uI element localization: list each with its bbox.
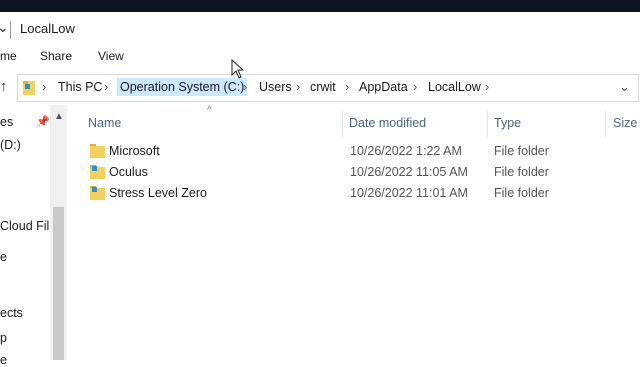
quick-access-chevron-icon[interactable]: ⌄	[0, 19, 9, 36]
list-item[interactable]: Microsoft 10/26/2022 1:22 AM File folder	[67, 141, 640, 162]
breadcrumb-separator-icon[interactable]: ›	[296, 79, 300, 94]
folder-icon	[90, 144, 105, 158]
file-date: 10/26/2022 11:01 AM	[350, 186, 468, 200]
crumb-this-pc[interactable]: This PC	[58, 80, 102, 94]
file-name: Microsoft	[109, 144, 160, 158]
breadcrumb-separator-icon[interactable]: ›	[243, 79, 247, 94]
nav-item-e[interactable]: e	[0, 250, 7, 264]
file-date: 10/26/2022 1:22 AM	[350, 144, 462, 158]
scroll-thumb[interactable]	[53, 207, 64, 360]
tab-view[interactable]: View	[98, 49, 124, 63]
crumb-locallow[interactable]: LocalLow	[428, 80, 481, 94]
file-list: ^ Name Date modified Type Size Microsoft…	[67, 105, 640, 360]
pin-icon[interactable]: 📌	[36, 115, 50, 128]
file-type: File folder	[494, 165, 549, 179]
mouse-cursor-icon	[231, 59, 245, 79]
breadcrumb-separator-icon[interactable]: ›	[42, 79, 46, 94]
file-type: File folder	[494, 186, 549, 200]
file-name: Stress Level Zero	[109, 186, 207, 200]
column-header-type[interactable]: Type	[494, 116, 521, 130]
navigation-pane: es 📌 (D:) Cloud Fil e ects p e ▲	[0, 105, 67, 367]
file-type: File folder	[494, 144, 549, 158]
nav-item-objects[interactable]: ects	[0, 306, 23, 320]
list-item[interactable]: Oculus 10/26/2022 11:05 AM File folder	[67, 162, 640, 183]
address-row: ↑ › This PC › Operation System (C:) › Us…	[0, 69, 640, 105]
nav-scrollbar[interactable]: ▲	[50, 105, 67, 360]
tab-home[interactable]: me	[0, 49, 17, 63]
column-divider[interactable]	[342, 111, 343, 137]
column-divider[interactable]	[605, 111, 606, 137]
title-divider	[10, 21, 11, 39]
crumb-users[interactable]: Users	[259, 80, 292, 94]
list-item[interactable]: Stress Level Zero 10/26/2022 11:01 AM Fi…	[67, 183, 640, 204]
breadcrumb-separator-icon[interactable]: ›	[345, 79, 349, 94]
breadcrumb-separator-icon[interactable]: ›	[413, 79, 417, 94]
folder-icon	[90, 165, 105, 179]
scroll-up-icon[interactable]: ▲	[54, 111, 64, 122]
crumb-operation-system[interactable]: Operation System (C:)	[117, 78, 248, 96]
ribbon-tabs: me Share View	[0, 45, 640, 67]
address-bar[interactable]: › This PC › Operation System (C:) › User…	[17, 74, 639, 102]
breadcrumb-separator-icon[interactable]: ›	[485, 79, 489, 94]
top-edge-bar	[0, 0, 640, 12]
nav-item-drive-d[interactable]: (D:)	[0, 138, 21, 152]
column-header-name[interactable]: Name	[88, 116, 121, 130]
crumb-appdata[interactable]: AppData	[359, 80, 408, 94]
nav-item-desktop[interactable]: p	[0, 331, 7, 345]
breadcrumb-separator-icon[interactable]: ›	[104, 79, 108, 94]
up-arrow-icon[interactable]: ↑	[0, 78, 8, 95]
sort-caret-icon: ^	[207, 105, 212, 116]
nav-item-cloud-files[interactable]: Cloud Fil	[0, 219, 49, 233]
column-divider[interactable]	[487, 111, 488, 137]
window-title: LocalLow	[20, 21, 75, 36]
nav-item-quick-access[interactable]: es	[0, 115, 13, 129]
column-header-date[interactable]: Date modified	[349, 116, 426, 130]
nav-item-e2[interactable]: e	[0, 353, 7, 367]
address-folder-icon	[23, 81, 35, 95]
tab-share[interactable]: Share	[40, 49, 72, 63]
column-header-size[interactable]: Size	[613, 116, 637, 130]
crumb-crwit[interactable]: crwit	[310, 80, 336, 94]
chevron-down-icon[interactable]: ⌄	[619, 79, 630, 95]
title-bar: ⌄ LocalLow	[0, 12, 640, 45]
file-date: 10/26/2022 11:05 AM	[350, 165, 468, 179]
folder-icon	[90, 186, 105, 200]
file-name: Oculus	[109, 165, 148, 179]
